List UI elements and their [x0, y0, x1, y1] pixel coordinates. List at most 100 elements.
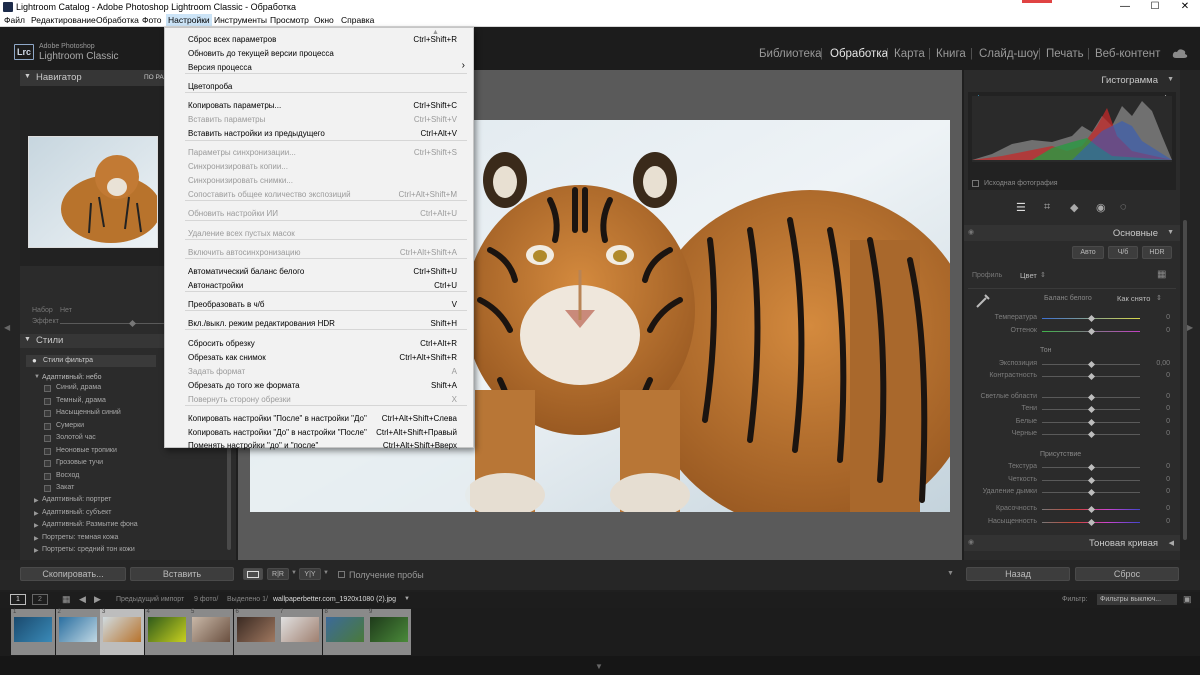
- masking-icon[interactable]: ◌: [1120, 201, 1127, 213]
- auto-button[interactable]: Авто: [1072, 246, 1104, 259]
- slider-value[interactable]: 0: [1150, 418, 1170, 425]
- eye-icon[interactable]: ◉: [968, 538, 974, 546]
- menu-file[interactable]: Файл: [4, 15, 25, 25]
- hdr-button[interactable]: HDR: [1142, 246, 1172, 259]
- slider-value[interactable]: 0: [1150, 488, 1170, 495]
- chevron-down-icon[interactable]: ▼: [323, 570, 329, 576]
- slider-knob[interactable]: [1087, 314, 1096, 323]
- slider-knob[interactable]: [1087, 488, 1096, 497]
- slider-knob[interactable]: [1087, 505, 1096, 514]
- module-book[interactable]: Книга: [936, 48, 966, 60]
- menu-item[interactable]: Обрезать до того же формата Shift+A: [165, 378, 473, 391]
- module-print[interactable]: Печать: [1046, 48, 1084, 60]
- filmstrip-cell[interactable]: 4: [144, 609, 189, 655]
- menu-window[interactable]: Окно: [314, 15, 334, 25]
- cloud-icon[interactable]: [1172, 47, 1188, 59]
- window2-button[interactable]: 2: [32, 594, 48, 605]
- filter-select[interactable]: Фильтры выключ...: [1097, 594, 1177, 605]
- slider-knob[interactable]: [1087, 372, 1096, 381]
- slider-value[interactable]: 0: [1150, 327, 1170, 334]
- filmstrip-cell[interactable]: 8: [322, 609, 367, 655]
- slider-knob[interactable]: [1087, 430, 1096, 439]
- source-label[interactable]: Предыдущий импорт: [116, 596, 184, 603]
- slider-knob[interactable]: [1087, 518, 1096, 527]
- loupe-view-button[interactable]: [243, 568, 263, 580]
- menu-item[interactable]: Копировать параметры... Ctrl+Shift+C: [165, 98, 473, 111]
- minimize-button[interactable]: —: [1110, 0, 1140, 14]
- slider-knob[interactable]: [1087, 327, 1096, 336]
- module-web[interactable]: Веб-контент: [1095, 48, 1160, 60]
- menu-item[interactable]: Копировать настройки "До" в настройки "П…: [165, 425, 473, 438]
- style-group[interactable]: ▶ Адаптивный: субъект: [34, 509, 224, 521]
- profile-value[interactable]: Цвет: [1020, 271, 1037, 280]
- right-scrollbar[interactable]: [1183, 220, 1187, 540]
- back-arrow-icon[interactable]: ◀: [79, 594, 86, 605]
- slider-knob[interactable]: [1087, 393, 1096, 402]
- style-sky-item[interactable]: Закат: [44, 484, 224, 496]
- collapse-bottom-icon[interactable]: ▼: [595, 662, 603, 671]
- soft-proof-checkbox[interactable]: [338, 571, 345, 578]
- basic-header[interactable]: ◉ Основные ▼: [964, 225, 1180, 241]
- filename[interactable]: wallpaperbetter.com_1920x1080 (2).jpg: [273, 596, 396, 603]
- module-map[interactable]: Карта: [894, 48, 925, 60]
- menu-item[interactable]: Вставить настройки из предыдущего Ctrl+Al…: [165, 126, 473, 139]
- tone-curve-header[interactable]: ◉ Тоновая кривая ◀: [964, 535, 1180, 551]
- profile-browser-icon[interactable]: ▦: [1157, 269, 1166, 280]
- grid-icon[interactable]: ▦: [62, 594, 71, 605]
- maximize-button[interactable]: ☐: [1140, 0, 1170, 14]
- filmstrip-cell[interactable]: 9: [367, 609, 411, 655]
- slider-knob[interactable]: [1087, 418, 1096, 427]
- style-group[interactable]: ▶ Адаптивный: портрет: [34, 496, 224, 508]
- menu-item[interactable]: Сброс всех параметров Ctrl+Shift+R: [165, 32, 473, 45]
- eye-icon[interactable]: ◉: [968, 228, 974, 236]
- slider-knob[interactable]: [1087, 463, 1096, 472]
- menu-develop[interactable]: Обработка: [96, 15, 139, 25]
- module-library[interactable]: Библиотека: [759, 48, 822, 60]
- collapse-left-icon[interactable]: ◀: [4, 323, 10, 332]
- effect-slider[interactable]: [60, 323, 165, 324]
- back-button[interactable]: Назад: [966, 567, 1070, 581]
- filmstrip-cell[interactable]: 5: [189, 609, 233, 655]
- eyedropper-icon[interactable]: [974, 292, 992, 310]
- filmstrip-cell[interactable]: 3: [100, 609, 144, 655]
- menu-photo[interactable]: Фото: [142, 15, 162, 25]
- filmstrip-cell[interactable]: 6: [233, 609, 278, 655]
- lock-icon[interactable]: ▣: [1183, 594, 1192, 605]
- bw-button[interactable]: Ч/б: [1108, 246, 1138, 259]
- module-slideshow[interactable]: Слайд-шоу: [979, 48, 1039, 60]
- menu-edit[interactable]: Редактирование: [31, 15, 96, 25]
- filter-styles-row[interactable]: ● Стили фильтра: [26, 355, 156, 367]
- slider-value[interactable]: 0: [1150, 463, 1170, 470]
- menu-item[interactable]: Обновить до текущей версии процесса: [165, 46, 473, 59]
- menu-item[interactable]: Копировать настройки "После" в настройки…: [165, 411, 473, 424]
- menu-item[interactable]: Цветопроба: [165, 79, 473, 92]
- triangle-down-icon[interactable]: ▼: [34, 374, 40, 380]
- healing-icon[interactable]: ◆: [1070, 201, 1078, 214]
- style-group[interactable]: ▶ Портреты: средний тон кожи: [34, 546, 224, 558]
- window1-button[interactable]: 1: [10, 594, 26, 605]
- effect-knob[interactable]: [128, 319, 137, 328]
- slider-knob[interactable]: [1087, 476, 1096, 485]
- filmstrip-cell[interactable]: 7: [278, 609, 322, 655]
- menu-item[interactable]: Поменять настройки "до" и "после" Ctrl+Al…: [165, 438, 473, 451]
- menu-item[interactable]: Вкл./выкл. режим редактирования HDR Shift…: [165, 316, 473, 329]
- menu-item[interactable]: Автоматический баланс белого Ctrl+Shift+U: [165, 264, 473, 277]
- slider-value[interactable]: 0: [1150, 518, 1170, 525]
- chevron-down-icon[interactable]: ▼: [291, 570, 297, 576]
- navigator-preview[interactable]: [28, 136, 158, 248]
- crop-icon[interactable]: ⌗: [1044, 201, 1050, 214]
- wb-value[interactable]: Как снято: [1117, 294, 1150, 303]
- copy-settings-button[interactable]: Скопировать...: [20, 567, 126, 581]
- sliders-icon[interactable]: ☰: [1016, 201, 1026, 214]
- slider-value[interactable]: 0: [1150, 405, 1170, 412]
- filmstrip-cell[interactable]: 1: [11, 609, 55, 655]
- paste-settings-button[interactable]: Вставить: [130, 567, 234, 581]
- menu-settings[interactable]: Настройки: [166, 14, 212, 26]
- reset-button[interactable]: Сброс: [1075, 567, 1179, 581]
- slider-value[interactable]: 0: [1150, 393, 1170, 400]
- toolbar-menu-icon[interactable]: ▼: [947, 570, 954, 577]
- slider-value[interactable]: 0: [1150, 314, 1170, 321]
- filmstrip-cell[interactable]: 2: [55, 609, 100, 655]
- menu-item[interactable]: Обрезать как снимок Ctrl+Alt+Shift+R: [165, 350, 473, 363]
- style-group-sky[interactable]: Адаптивный: небо: [42, 374, 102, 381]
